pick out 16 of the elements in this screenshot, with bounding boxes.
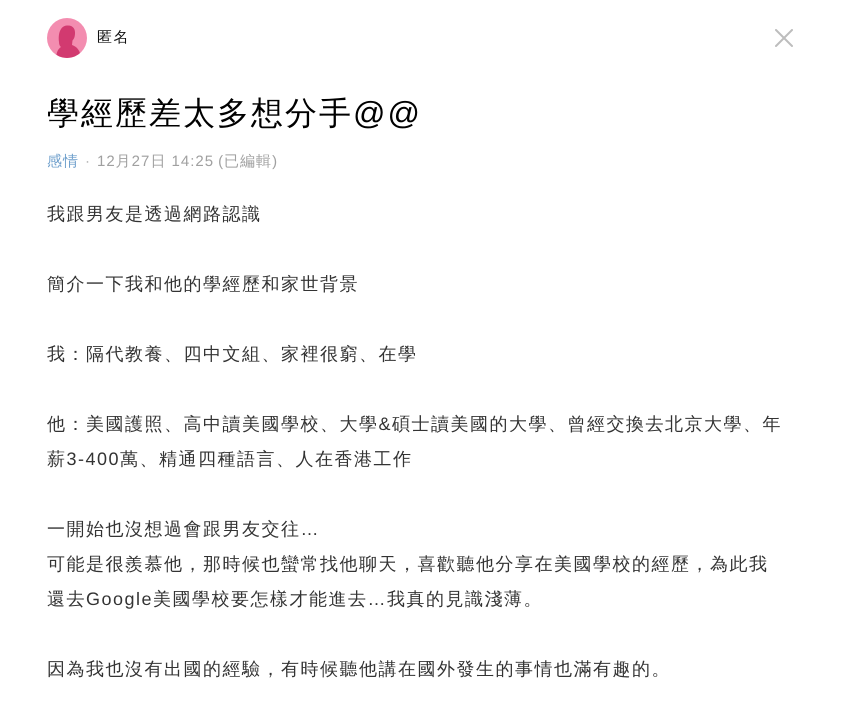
body-text: 可能是很羨慕他，那時候也蠻常找他聊天，喜歡聽他分享在美國學校的經歷，為此我還去Google美國學校要怎樣才能進去…我真的見識淺薄。: [47, 553, 770, 611]
category-link[interactable]: 感情: [47, 151, 79, 173]
post-title: 學經歷差太多想分手@@: [47, 94, 423, 133]
edited-label: (已編輯): [218, 152, 278, 172]
body-text: 一開始也沒想過會跟男友交往…: [47, 518, 321, 541]
body-text: 簡介一下我和他的學經歷和家世背景: [47, 273, 360, 296]
body-text: 他：美國護照、高中讀美國學校、大學&碩士讀美國的大學、曾經交換去北京大學、年薪3-400萬、精通四種語言、人在香港工作: [47, 413, 784, 471]
separator-dot: ·: [85, 152, 91, 172]
body-text: 因為我也沒有出國的經驗，有時候聽他講在國外發生的事情也滿有趣的。: [47, 658, 672, 681]
author-name: 匿名: [97, 28, 130, 48]
close-button[interactable]: [775, 29, 793, 47]
post-time: 12月27日 14:25: [97, 152, 214, 172]
body-text: 我跟男友是透過網路認識: [47, 203, 262, 226]
body-text: 我：隔代教養、四中文組、家裡很窮、在學: [47, 343, 418, 366]
avatar-icon: [47, 18, 87, 58]
close-icon: [775, 29, 793, 47]
